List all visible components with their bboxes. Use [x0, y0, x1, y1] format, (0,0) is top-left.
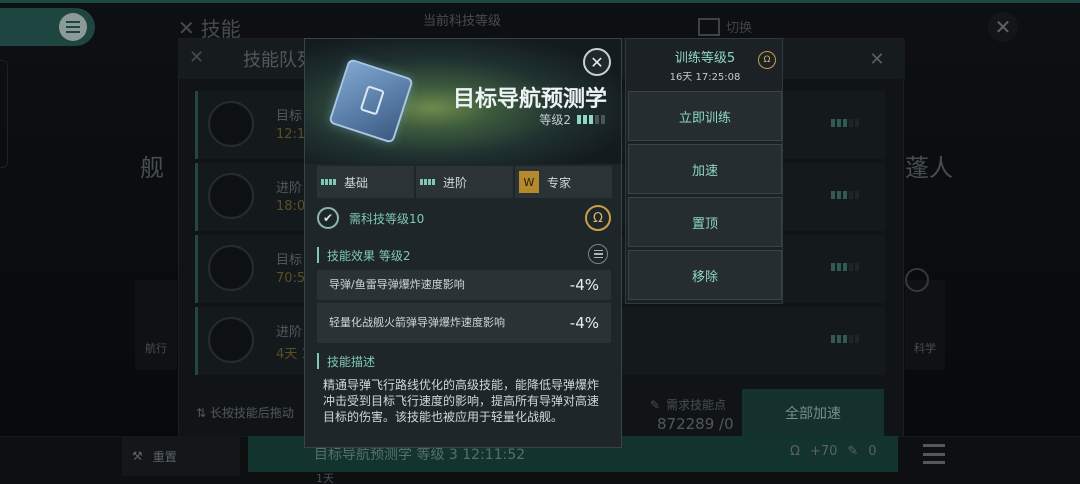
- check-icon: ✔: [317, 207, 339, 229]
- skill-description: 精通导弹飞行路线优化的高级技能，能降低导弹爆炸冲击受到目标飞行速度的影响，提高所…: [323, 378, 600, 424]
- skill-detail-modal: ✕ 目标导航预测学 等级2 基础 进阶 W 专家 ✔ 需科技等级10 Ω 技能效…: [304, 38, 622, 448]
- tier-bars-icon: [420, 179, 435, 185]
- effect-section-title: 技能效果 等级2: [317, 247, 410, 263]
- tier-bars-icon: [321, 179, 336, 185]
- training-time: 16天 17:25:08: [669, 72, 741, 83]
- tier-advanced[interactable]: 进阶: [416, 166, 513, 198]
- remove-button[interactable]: 移除: [628, 250, 782, 300]
- omega-icon: Ω: [758, 51, 776, 69]
- tier-expert[interactable]: W 专家: [515, 166, 612, 198]
- tier-tabs: 基础 进阶 W 专家: [317, 166, 612, 198]
- requirement-text: 需科技等级10: [349, 211, 425, 226]
- desc-section-title: 技能描述: [317, 353, 375, 369]
- skill-level: 等级2: [539, 111, 605, 128]
- pin-top-button[interactable]: 置顶: [628, 197, 782, 247]
- effect-menu-icon[interactable]: [588, 244, 608, 264]
- game-screen: ✕ 技能 当前科技等级 切换 ✕ 舰 蓬人 航行 科学 ✕ 技能队列 ✕ 目标 …: [0, 0, 1080, 484]
- train-now-button[interactable]: 立即训练: [628, 91, 782, 141]
- skill-title: 目标导航预测学: [452, 87, 607, 112]
- close-icon[interactable]: ✕: [583, 48, 611, 76]
- effect-row: 导弹/鱼雷导弹爆炸速度影响 -4%: [317, 270, 611, 300]
- speed-up-button[interactable]: 加速: [628, 144, 782, 194]
- level-bars: [577, 115, 605, 124]
- effect-row: 轻量化战舰火箭弹导弹爆炸速度影响 -4%: [317, 303, 611, 343]
- expert-badge-icon: W: [519, 171, 539, 193]
- omega-icon[interactable]: Ω: [585, 205, 611, 231]
- training-action-panel: 训练等级5 16天 17:25:08 Ω 立即训练 加速 置顶 移除: [625, 38, 783, 304]
- tier-basic[interactable]: 基础: [317, 166, 414, 198]
- requirement-row: ✔ 需科技等级10 Ω: [317, 205, 613, 231]
